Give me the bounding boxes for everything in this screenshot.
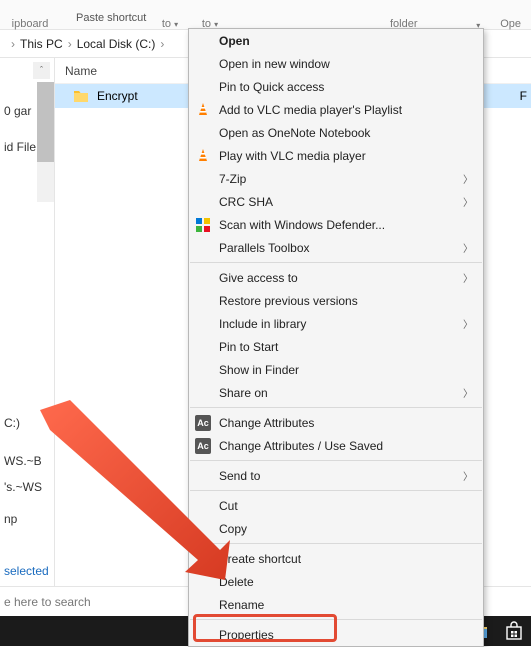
ctx-change-attributes[interactable]: Ac Change Attributes	[189, 411, 483, 434]
ctx-7zip[interactable]: 7-Zip〉	[189, 167, 483, 190]
ctx-share-on[interactable]: Share on〉	[189, 381, 483, 404]
ctx-defender[interactable]: Scan with Windows Defender...	[189, 213, 483, 236]
ribbon: Paste shortcut ipboard Paste shortcut to…	[0, 0, 531, 30]
ribbon-clipboard-label: ipboard	[12, 18, 49, 30]
ctx-copy[interactable]: Copy	[189, 517, 483, 540]
file-type: F	[520, 89, 527, 103]
separator	[190, 543, 482, 544]
chevron-right-icon: ›	[68, 37, 72, 51]
ctx-include-library[interactable]: Include in library〉	[189, 312, 483, 335]
ctx-send-to[interactable]: Send to〉	[189, 464, 483, 487]
ctx-pin-start[interactable]: Pin to Start	[189, 335, 483, 358]
crumb-this-pc[interactable]: This PC	[20, 37, 63, 51]
search-placeholder: e here to search	[4, 595, 91, 609]
ac-icon: Ac	[194, 437, 212, 455]
ctx-crc-sha[interactable]: CRC SHA〉	[189, 190, 483, 213]
tree-item[interactable]: C:)	[0, 410, 54, 436]
shield-icon	[194, 216, 212, 234]
ctx-onenote[interactable]: Open as OneNote Notebook	[189, 121, 483, 144]
chevron-right-icon: ›	[11, 37, 15, 51]
ctx-properties[interactable]: Properties	[189, 623, 483, 646]
store-icon[interactable]	[503, 620, 525, 642]
chevron-right-icon: ›	[160, 37, 164, 51]
ctx-parallels[interactable]: Parallels Toolbox〉	[189, 236, 483, 259]
ctx-open[interactable]: Open	[189, 29, 483, 52]
tree-item[interactable]: np	[0, 506, 54, 532]
separator	[190, 407, 482, 408]
ribbon-open-label[interactable]: Ope	[500, 18, 521, 30]
chevron-right-icon: 〉	[463, 240, 473, 255]
ctx-change-attributes-saved[interactable]: Ac Change Attributes / Use Saved	[189, 434, 483, 457]
ctx-restore-versions[interactable]: Restore previous versions	[189, 289, 483, 312]
crumb-local-disk[interactable]: Local Disk (C:)	[77, 37, 156, 51]
tree-item[interactable]: WS.~B	[0, 448, 54, 474]
to-dropdown-1[interactable]: to ▾	[162, 18, 178, 30]
chevron-right-icon: 〉	[463, 171, 473, 186]
ctx-pin-quick-access[interactable]: Pin to Quick access	[189, 75, 483, 98]
ctx-rename[interactable]: Rename	[189, 593, 483, 616]
chevron-right-icon: 〉	[463, 385, 473, 400]
vlc-icon	[194, 101, 212, 119]
chevron-right-icon: 〉	[463, 468, 473, 483]
chevron-right-icon: 〉	[463, 316, 473, 331]
separator	[190, 262, 482, 263]
scrollbar-thumb[interactable]	[37, 82, 54, 162]
separator	[190, 619, 482, 620]
ctx-cut[interactable]: Cut	[189, 494, 483, 517]
chevron-right-icon: 〉	[463, 270, 473, 285]
paste-shortcut-visible[interactable]: Paste shortcut	[70, 10, 152, 26]
ctx-give-access[interactable]: Give access to〉	[189, 266, 483, 289]
context-menu: Open Open in new window Pin to Quick acc…	[188, 28, 484, 647]
folder-icon	[73, 89, 89, 103]
separator	[190, 460, 482, 461]
ctx-vlc-play[interactable]: Play with VLC media player	[189, 144, 483, 167]
status-bar: selected	[0, 564, 49, 586]
ctx-show-finder[interactable]: Show in Finder	[189, 358, 483, 381]
vlc-icon	[194, 147, 212, 165]
ctx-vlc-add[interactable]: Add to VLC media player's Playlist	[189, 98, 483, 121]
nav-tree[interactable]: ˆ 0 gar id File C:) WS.~B 's.~WS np	[0, 58, 55, 586]
ctx-open-new-window[interactable]: Open in new window	[189, 52, 483, 75]
ac-icon: Ac	[194, 414, 212, 432]
chevron-right-icon: 〉	[463, 194, 473, 209]
scroll-up-button[interactable]: ˆ	[33, 62, 50, 79]
ctx-delete[interactable]: Delete	[189, 570, 483, 593]
file-name: Encrypt	[97, 89, 138, 103]
scrollbar[interactable]	[37, 82, 54, 202]
tree-item[interactable]: 's.~WS	[0, 474, 54, 500]
separator	[190, 490, 482, 491]
ctx-create-shortcut[interactable]: Create shortcut	[189, 547, 483, 570]
